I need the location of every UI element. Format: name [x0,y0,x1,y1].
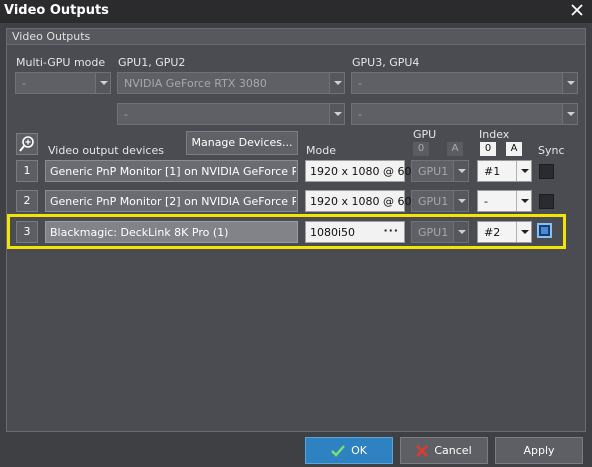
x-icon [416,445,429,457]
gpu-value: GPU1 [418,195,449,208]
add-device-button[interactable] [16,133,38,155]
index-a-toggle[interactable]: A [506,142,522,156]
mode-value: 1920 x 1080 @ 60 [310,195,412,208]
check-icon [331,445,345,457]
mode-field[interactable]: 1920 x 1080 @ 60 [305,190,411,212]
gpu12-secondary-value: - [124,108,128,121]
gpu12-primary-select[interactable]: NVIDIA GeForce RTX 3080 [117,72,345,94]
mode-column-label: Mode [306,144,336,157]
device-field[interactable]: Generic PnP Monitor [2] on NVIDIA GeForc… [45,190,298,212]
gpu34-secondary-select[interactable]: - [351,103,578,125]
close-icon[interactable] [568,1,586,19]
gpu-select[interactable]: GPU1 [411,190,469,212]
row-number: 1 [16,160,38,182]
multi-gpu-mode-select[interactable]: - [15,72,111,94]
gpu34-secondary-value: - [358,108,362,121]
device-name: Generic PnP Monitor [2] on NVIDIA GeForc… [50,195,296,208]
gpu34-primary-value: - [358,77,362,90]
index-column-label: Index [479,128,510,141]
gpu12-label: GPU1, GPU2 [118,56,186,69]
sync-checkbox[interactable] [539,194,554,209]
gpu34-label: GPU3, GPU4 [352,56,420,69]
chevron-down-icon [516,191,531,211]
chevron-down-icon [562,73,577,93]
gpu12-secondary-select[interactable]: - [117,103,345,125]
highlight-box [7,214,566,249]
gpu-value: GPU1 [418,165,449,178]
gpu-select[interactable]: GPU1 [411,160,469,182]
multi-gpu-mode-value: - [22,77,26,90]
manage-devices-button[interactable]: Manage Devices... [186,131,298,155]
cancel-label: Cancel [434,444,472,457]
video-output-devices-label: Video output devices [48,144,164,157]
sync-checkbox[interactable] [539,164,554,179]
add-device-icon [19,136,34,152]
gpu34-primary-select[interactable]: - [351,72,578,94]
index-select[interactable]: #1 [477,160,532,182]
sync-column-label: Sync [538,144,565,157]
panel-title: Video Outputs [12,30,91,43]
chevron-down-icon [329,104,344,124]
mode-field[interactable]: 1920 x 1080 @ 60 [305,160,411,182]
multi-gpu-mode-label: Multi-GPU mode [16,56,106,69]
index-value: #1 [484,165,501,178]
index-zero-toggle[interactable]: 0 [480,142,496,156]
gpu-zero-toggle[interactable]: 0 [413,142,429,156]
chevron-down-icon [95,73,110,93]
cancel-button[interactable]: Cancel [400,437,488,464]
chevron-down-icon [516,161,531,181]
gpu-a-toggle[interactable]: A [447,142,463,156]
chevron-down-icon [329,73,344,93]
gpu-column-label: GPU [413,128,437,141]
gpu12-primary-value: NVIDIA GeForce RTX 3080 [124,77,267,90]
device-field[interactable]: Generic PnP Monitor [1] on NVIDIA GeForc… [45,160,298,182]
chevron-down-icon [453,191,468,211]
ok-label: OK [351,444,367,457]
chevron-down-icon [562,104,577,124]
index-value: - [484,195,488,208]
chevron-down-icon [453,161,468,181]
apply-button[interactable]: Apply [495,437,583,464]
row-number: 2 [16,190,38,212]
mode-value: 1920 x 1080 @ 60 [310,165,412,178]
panel-header: Video Outputs [7,29,585,45]
index-select[interactable]: - [477,190,532,212]
device-name: Generic PnP Monitor [1] on NVIDIA GeForc… [50,165,296,178]
window-title: Video Outputs [4,3,109,18]
ok-button[interactable]: OK [305,437,393,464]
title-bar: Video Outputs [0,0,592,23]
